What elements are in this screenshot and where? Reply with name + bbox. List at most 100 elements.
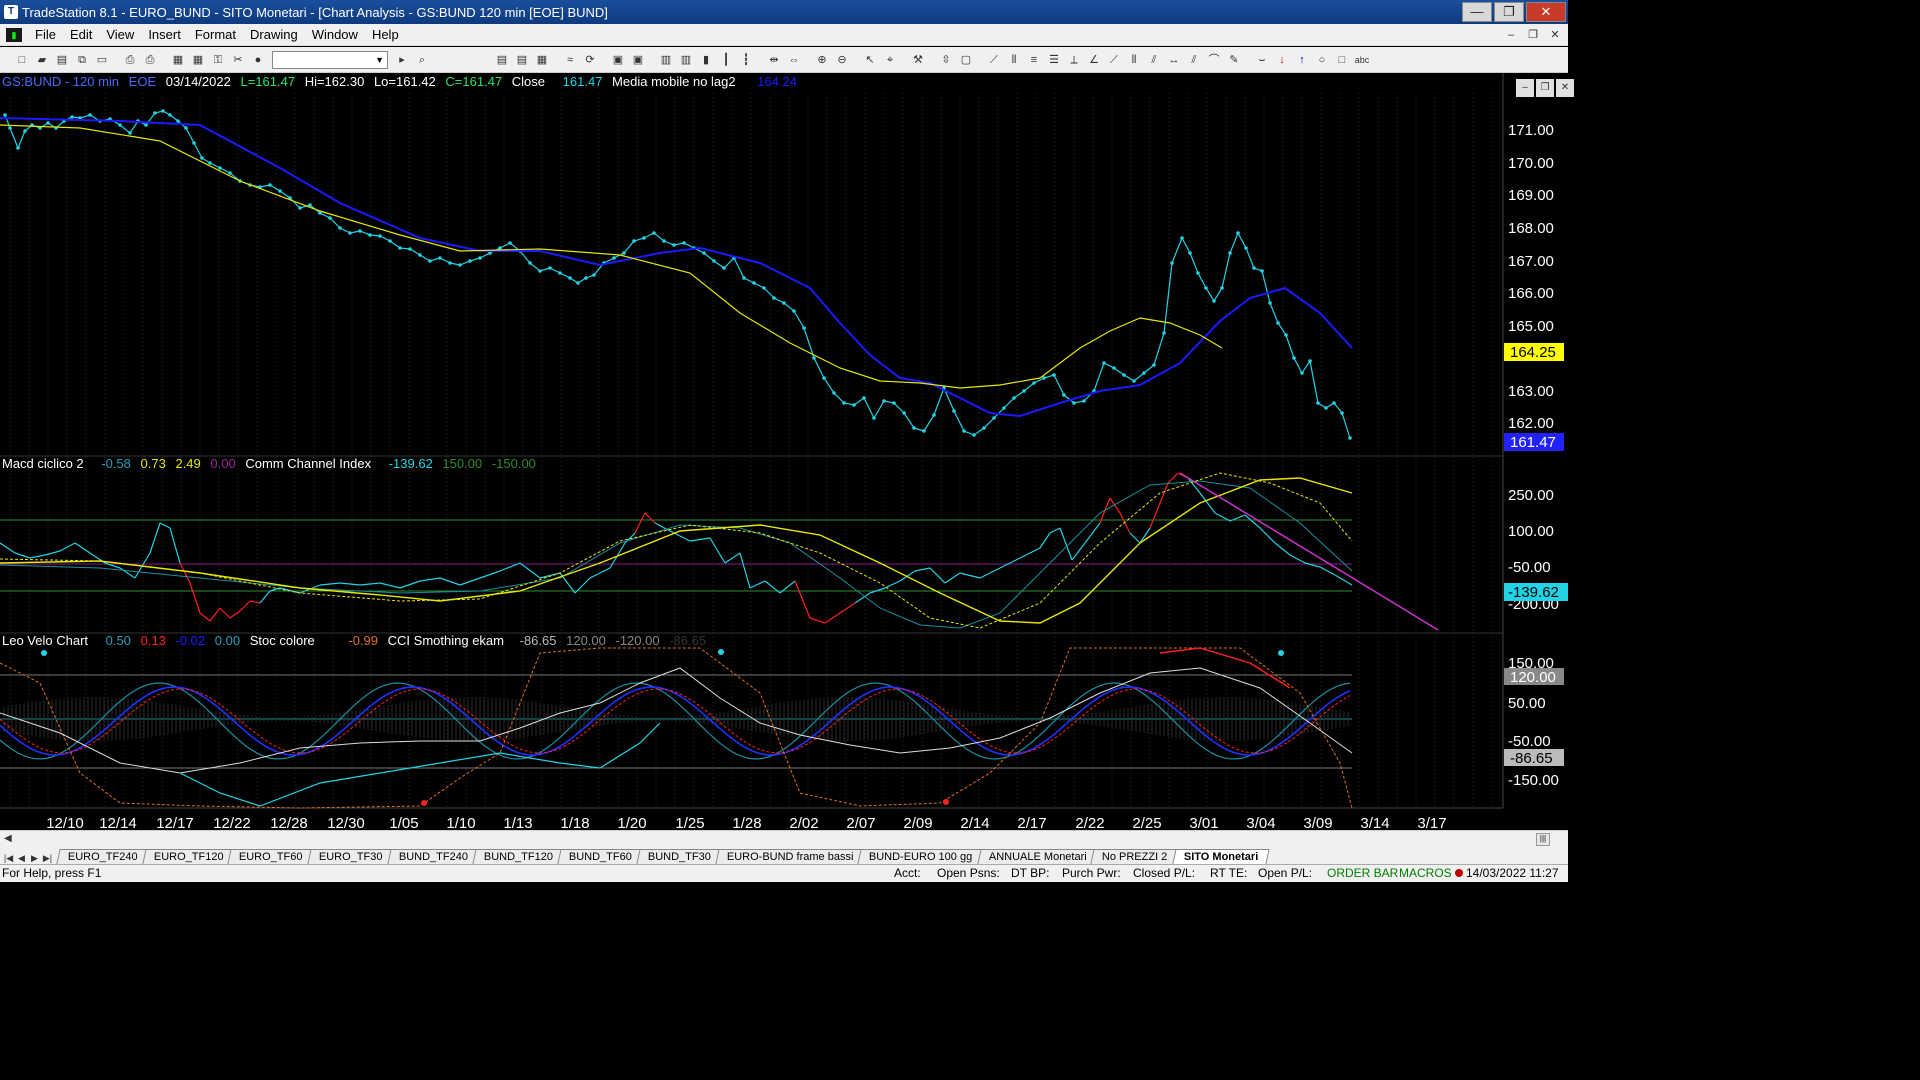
indicator-icon[interactable]: ≈: [561, 51, 579, 69]
cci-segment: [339, 582, 361, 586]
expand-icon[interactable]: ⇔: [785, 51, 803, 69]
rectangle-icon[interactable]: □: [1333, 51, 1351, 69]
lock-icon[interactable]: ⚿: [209, 51, 227, 69]
pane-minimize-icon[interactable]: –: [1516, 79, 1534, 97]
tab-bund-euro-100gg[interactable]: BUND-EURO 100 gg: [857, 849, 985, 864]
tab-no-prezzi-2[interactable]: No PREZZI 2: [1090, 849, 1180, 864]
radar-icon[interactable]: ▥: [657, 51, 675, 69]
chart-window-icon[interactable]: ▮: [6, 27, 22, 42]
menu-view[interactable]: View: [99, 27, 141, 42]
speed-icon[interactable]: ⟋: [1105, 51, 1123, 69]
scroll-thumb[interactable]: |||: [1536, 833, 1550, 846]
tab-euro-tf60[interactable]: EURO_TF60: [227, 849, 315, 864]
tab-bund-tf60[interactable]: BUND_TF60: [557, 849, 644, 864]
vertical-lines-icon[interactable]: ⦀: [1005, 51, 1023, 69]
open-icon[interactable]: ▰: [33, 51, 51, 69]
arc-icon[interactable]: ⌒: [1205, 51, 1223, 69]
close-price-point: [662, 239, 666, 243]
tab-first-icon[interactable]: |◀: [2, 853, 15, 864]
pane-close-icon[interactable]: ✕: [1556, 79, 1574, 97]
menu-insert[interactable]: Insert: [141, 27, 188, 42]
hammer-icon[interactable]: ⚒: [909, 51, 927, 69]
range-icon[interactable]: ↔: [1165, 51, 1183, 69]
tab-euro-tf120[interactable]: EURO_TF120: [142, 849, 236, 864]
tab-prev-icon[interactable]: ◀: [15, 853, 28, 864]
mdi-close-icon[interactable]: ✕: [1546, 27, 1564, 43]
tab-bund-tf120[interactable]: BUND_TF120: [472, 849, 565, 864]
menu-format[interactable]: Format: [188, 27, 243, 42]
close-price-point: [1072, 401, 1076, 405]
menu-window[interactable]: Window: [305, 27, 365, 42]
curve-icon[interactable]: ⌣: [1253, 51, 1271, 69]
channel-icon[interactable]: ⫽: [1185, 51, 1203, 69]
print-icon[interactable]: ⎙: [121, 51, 139, 69]
print-preview-icon[interactable]: ⎙: [141, 51, 159, 69]
tab-euro-tf30[interactable]: EURO_TF30: [307, 849, 395, 864]
arrow-down-icon[interactable]: ↓: [1273, 51, 1291, 69]
andrews-icon[interactable]: ⫽: [1145, 51, 1163, 69]
insert-icon[interactable]: ⇳: [937, 51, 955, 69]
gann-icon[interactable]: ⟂: [1065, 51, 1083, 69]
pointer-icon[interactable]: ↖: [861, 51, 879, 69]
compress-icon[interactable]: ⇹: [765, 51, 783, 69]
chart-style-icon[interactable]: ▤: [513, 51, 531, 69]
minimize-button[interactable]: —: [1462, 2, 1492, 22]
arrow-right-icon[interactable]: ▸: [393, 51, 411, 69]
zoom-in-icon[interactable]: ⊕: [813, 51, 831, 69]
find-icon[interactable]: ⌕: [413, 51, 431, 69]
maximize-button[interactable]: ❐: [1494, 2, 1524, 22]
menu-help[interactable]: Help: [365, 27, 406, 42]
ellipse-icon[interactable]: ○: [1313, 51, 1331, 69]
candle-icon[interactable]: ┃: [717, 51, 735, 69]
grid-icon[interactable]: ▦: [533, 51, 551, 69]
scanner-icon[interactable]: ▥: [677, 51, 695, 69]
tab-sito-monetari[interactable]: SITO Monetari: [1172, 849, 1270, 864]
tab-bund-tf240[interactable]: BUND_TF240: [386, 849, 480, 864]
mdi-minimize-icon[interactable]: –: [1502, 27, 1520, 43]
status-macros[interactable]: MACROS: [1399, 866, 1452, 880]
tab-euro-bund-frame-bassi[interactable]: EURO-BUND frame bassi: [715, 849, 865, 864]
tools-icon[interactable]: ✂: [229, 51, 247, 69]
chart-canvas[interactable]: 171.00 170.00 169.00 168.00 167.00 166.00 165.…: [0, 73, 1568, 830]
new-icon[interactable]: □: [13, 51, 31, 69]
remove-icon[interactable]: ▢: [957, 51, 975, 69]
strategy-icon[interactable]: ⟳: [581, 51, 599, 69]
copy-icon[interactable]: ⧉: [73, 51, 91, 69]
scroll-left-icon[interactable]: ◀: [4, 833, 12, 844]
horizontal-lines-icon[interactable]: ≡: [1025, 51, 1043, 69]
menu-file[interactable]: File: [28, 27, 63, 42]
menu-edit[interactable]: Edit: [63, 27, 99, 42]
tab-annuale-monetari[interactable]: ANNUALE Monetari: [976, 849, 1098, 864]
tab-last-icon[interactable]: ▶|: [41, 853, 54, 864]
time-zone-icon[interactable]: ⦀: [1125, 51, 1143, 69]
chart-scrollbar[interactable]: ◀ |||: [0, 830, 1568, 848]
fib-icon[interactable]: ☰: [1045, 51, 1063, 69]
tab-bund-tf30[interactable]: BUND_TF30: [636, 849, 723, 864]
text-icon[interactable]: abc: [1353, 51, 1371, 69]
line-icon[interactable]: ┇: [737, 51, 755, 69]
pane-restore-icon[interactable]: ❐: [1536, 79, 1554, 97]
angle-icon[interactable]: ∠: [1085, 51, 1103, 69]
pen-icon[interactable]: ✎: [1225, 51, 1243, 69]
trendline-icon[interactable]: ⟋: [985, 51, 1003, 69]
save-icon[interactable]: ▤: [53, 51, 71, 69]
workspace-icon[interactable]: ▦: [169, 51, 187, 69]
window-icon[interactable]: ▣: [609, 51, 627, 69]
layout-icon[interactable]: ▦: [189, 51, 207, 69]
bar-style-icon[interactable]: ▤: [493, 51, 511, 69]
chart-analysis-window[interactable]: 171.00 170.00 169.00 168.00 167.00 166.00 165.…: [0, 73, 1574, 830]
status-order-bar[interactable]: ORDER BAR: [1327, 866, 1398, 880]
zoom-out-icon[interactable]: ⊖: [833, 51, 851, 69]
window2-icon[interactable]: ▣: [629, 51, 647, 69]
data-tip-icon[interactable]: ⌖: [881, 51, 899, 69]
tab-euro-tf240[interactable]: EURO_TF240: [56, 849, 150, 864]
symbol-combo[interactable]: ▼: [272, 50, 388, 69]
close-button[interactable]: ✕: [1526, 2, 1566, 22]
mdi-restore-icon[interactable]: ❐: [1524, 27, 1542, 43]
bars-icon[interactable]: ▮: [697, 51, 715, 69]
menu-drawing[interactable]: Drawing: [243, 27, 305, 42]
tab-next-icon[interactable]: ▶: [28, 853, 41, 864]
folder-icon[interactable]: ▭: [93, 51, 111, 69]
arrow-up-icon[interactable]: ↑: [1293, 51, 1311, 69]
globe-icon[interactable]: ●: [249, 51, 267, 69]
